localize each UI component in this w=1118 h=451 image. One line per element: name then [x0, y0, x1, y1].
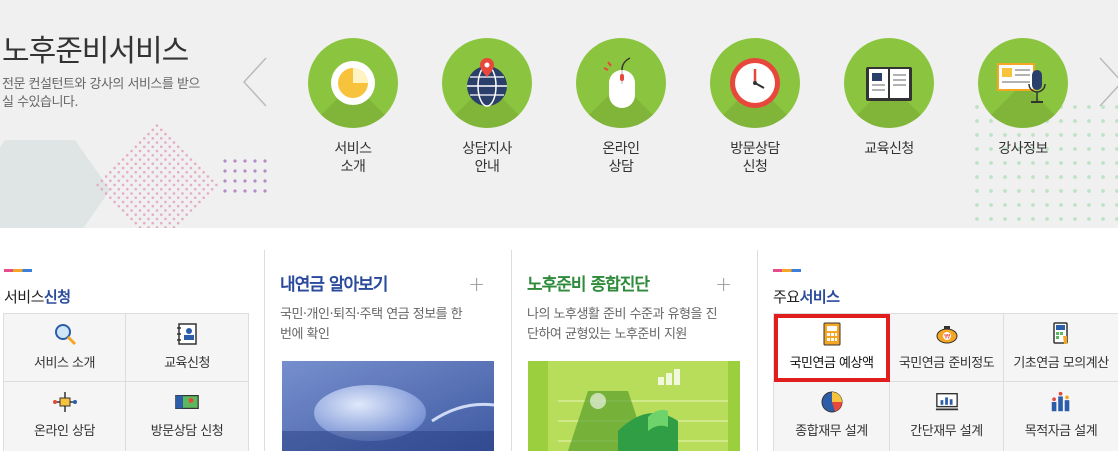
- more-button[interactable]: +: [468, 272, 485, 296]
- monitor-chart-icon: [935, 393, 958, 411]
- globe-pin-icon: [442, 38, 532, 128]
- visit-consult-item[interactable]: 방문상담 신청: [700, 38, 810, 176]
- mouse-icon: [576, 38, 666, 128]
- service-label: 방문상담 신청: [730, 141, 780, 175]
- online-consult-item[interactable]: 온라인 상담: [566, 38, 676, 176]
- phone-calculator-icon: [1053, 322, 1068, 344]
- branch-guide-item[interactable]: 상담지사 안내: [432, 38, 542, 176]
- service-label: 교육신청: [864, 141, 914, 157]
- accent-bar: [773, 269, 801, 272]
- book-icon: [844, 38, 934, 128]
- education-apply-item[interactable]: 교육신청: [834, 38, 944, 158]
- accent-bar: [4, 269, 32, 272]
- panel-title: 서비스신청: [4, 288, 71, 306]
- panel-description: 국민·개인·퇴직·주택 연금 정보를 한 번에 확인: [280, 307, 463, 342]
- mouse-photo-image: [282, 361, 494, 451]
- online-consult-button[interactable]: 온라인 상담: [4, 382, 126, 451]
- more-button[interactable]: +: [715, 272, 732, 296]
- piggy-bank-icon: ₩: [936, 326, 957, 344]
- service-label: 상담지사 안내: [462, 141, 512, 175]
- goal-fund-plan-button[interactable]: 목적자금 설계: [1004, 382, 1118, 451]
- national-pension-readiness-button[interactable]: ₩ 국민연금 준비정도: [890, 314, 1004, 382]
- address-book-icon: [177, 323, 197, 345]
- banner-description: 전문 컨설턴트와 강사의 서비스를 받으실 수있습니다.: [2, 77, 200, 110]
- decorative-dots: [220, 156, 270, 198]
- panel-title: 노후준비 종합진단: [527, 275, 650, 295]
- network-icon: [52, 392, 77, 412]
- panel-description: 나의 노후생활 준비 수준과 유형을 진단하여 균형있는 노후준비 지원: [527, 307, 718, 342]
- service-label: 서비스 소개: [334, 141, 372, 175]
- divider: [511, 250, 512, 451]
- magnifier-icon: [54, 324, 76, 346]
- diagnosis-thumbnail-image[interactable]: [528, 361, 740, 451]
- chevron-left-icon[interactable]: [242, 56, 268, 108]
- panel-title: 내연금 알아보기: [280, 275, 388, 295]
- map-icon: [175, 395, 199, 409]
- service-label: 온라인 상담: [602, 141, 640, 175]
- service-intro-button[interactable]: 서비스 소개: [4, 314, 126, 382]
- bar-chart-icon: [1051, 391, 1070, 412]
- microphone-board-icon: [978, 38, 1068, 128]
- instructor-info-item[interactable]: 강사정보: [968, 38, 1078, 158]
- service-apply-grid: 서비스 소개 교육신청 온라인 상담 방문상담 신청: [3, 313, 249, 451]
- comprehensive-financial-plan-button[interactable]: 종합재무 설계: [774, 382, 890, 451]
- service-intro-item[interactable]: 서비스 소개: [298, 38, 408, 176]
- banner-title: 노후준비서비스: [2, 34, 189, 69]
- pension-thumbnail-image[interactable]: [282, 361, 494, 451]
- chart-photo-image: [528, 361, 740, 451]
- clock-icon: [710, 38, 800, 128]
- banner: 노후준비서비스 전문 컨설턴트와 강사의 서비스를 받으실 수있습니다. 서비스…: [0, 0, 1118, 228]
- pie-chart-icon: [821, 391, 842, 413]
- education-apply-button[interactable]: 교육신청: [126, 314, 249, 382]
- service-label: 강사정보: [998, 141, 1048, 157]
- divider: [264, 250, 265, 451]
- main-services-grid: 국민연금 예상액 ₩ 국민연금 준비정도 기초연금 모의계산 종합재무 설계 간…: [773, 313, 1118, 451]
- basic-pension-simulation-button[interactable]: 기초연금 모의계산: [1004, 314, 1118, 382]
- national-pension-estimate-button[interactable]: 국민연금 예상액: [774, 314, 890, 382]
- calculator-icon: [823, 322, 840, 346]
- decorative-dot-diamond: [93, 121, 221, 228]
- clock-plate-icon: [308, 38, 398, 128]
- divider: [757, 250, 758, 451]
- visit-consult-button[interactable]: 방문상담 신청: [126, 382, 249, 451]
- svg-text:₩: ₩: [944, 334, 950, 341]
- simple-financial-plan-button[interactable]: 간단재무 설계: [890, 382, 1004, 451]
- panel-title: 주요서비스: [773, 288, 840, 306]
- chevron-right-icon[interactable]: [1098, 56, 1118, 108]
